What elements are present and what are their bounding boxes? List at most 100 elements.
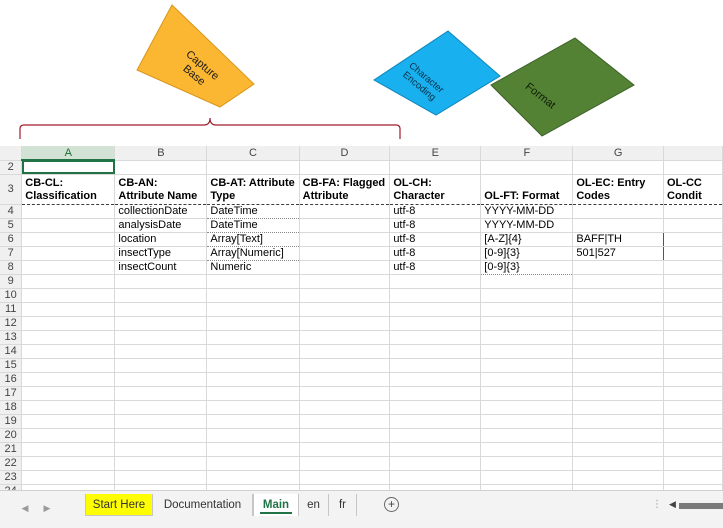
empty-cell[interactable] xyxy=(572,400,664,415)
empty-cell[interactable] xyxy=(114,428,208,443)
cell-a8[interactable] xyxy=(21,260,116,275)
cell-attribute-name[interactable]: insectCount xyxy=(114,260,208,275)
empty-cell[interactable] xyxy=(114,386,208,401)
empty-cell[interactable] xyxy=(114,400,208,415)
row-header-2[interactable]: 2 xyxy=(0,160,23,175)
empty-cell[interactable] xyxy=(389,288,482,303)
empty-cell[interactable] xyxy=(572,372,664,387)
empty-cell[interactable] xyxy=(480,316,574,331)
empty-cell[interactable] xyxy=(21,386,116,401)
empty-cell[interactable] xyxy=(572,414,664,429)
empty-cell[interactable] xyxy=(114,358,208,373)
empty-cell[interactable] xyxy=(299,400,391,415)
empty-cell[interactable] xyxy=(206,442,300,457)
empty-cell[interactable] xyxy=(480,470,574,485)
empty-cell[interactable] xyxy=(480,274,574,289)
cell-attribute-type[interactable]: DateTime xyxy=(206,218,300,233)
empty-cell[interactable] xyxy=(389,456,482,471)
empty-cell[interactable] xyxy=(299,302,391,317)
cell-a5[interactable] xyxy=(21,218,116,233)
cell-a4[interactable] xyxy=(21,204,116,219)
scroll-tabs-left-icon[interactable]: ◀ xyxy=(18,501,32,515)
grid-table[interactable]: A B C D E F G 2 3 CB-CL: Classification … xyxy=(0,146,723,490)
cell-entry-codes[interactable]: BAFF|TH xyxy=(572,232,664,247)
cell-flagged[interactable] xyxy=(299,218,391,233)
cell-entry-codes[interactable]: 501|527 xyxy=(572,246,664,261)
empty-cell[interactable] xyxy=(572,386,664,401)
empty-cell[interactable] xyxy=(114,344,208,359)
cell-h8[interactable] xyxy=(663,260,723,275)
cell-h2[interactable] xyxy=(663,160,723,175)
empty-cell[interactable] xyxy=(206,428,300,443)
empty-cell[interactable] xyxy=(389,386,482,401)
spreadsheet-grid[interactable]: A B C D E F G 2 3 CB-CL: Classification … xyxy=(0,146,723,490)
empty-cell[interactable] xyxy=(572,344,664,359)
empty-cell[interactable] xyxy=(114,414,208,429)
row-header-16[interactable]: 16 xyxy=(0,372,23,387)
empty-cell[interactable] xyxy=(299,274,391,289)
cell-format[interactable]: YYYY-MM-DD xyxy=(480,218,574,233)
empty-cell[interactable] xyxy=(114,372,208,387)
row-header-5[interactable]: 5 xyxy=(0,218,23,233)
cell-format[interactable]: [0-9]{3} xyxy=(480,260,574,275)
empty-cell[interactable] xyxy=(299,428,391,443)
empty-cell[interactable] xyxy=(663,288,723,303)
empty-cell[interactable] xyxy=(299,456,391,471)
row-header-14[interactable]: 14 xyxy=(0,344,23,359)
empty-cell[interactable] xyxy=(21,302,116,317)
cell-attribute-name[interactable]: insectType xyxy=(114,246,208,261)
empty-cell[interactable] xyxy=(572,442,664,457)
empty-cell[interactable] xyxy=(663,358,723,373)
header-cell-character[interactable]: OL-CH: Character xyxy=(389,174,482,205)
empty-cell[interactable] xyxy=(21,456,116,471)
empty-cell[interactable] xyxy=(206,302,300,317)
empty-cell[interactable] xyxy=(21,442,116,457)
empty-cell[interactable] xyxy=(299,372,391,387)
empty-cell[interactable] xyxy=(480,386,574,401)
cell-attribute-type[interactable]: DateTime xyxy=(206,204,300,219)
cell-b2[interactable] xyxy=(114,160,208,175)
empty-cell[interactable] xyxy=(572,288,664,303)
empty-cell[interactable] xyxy=(572,274,664,289)
empty-cell[interactable] xyxy=(663,442,723,457)
cell-character[interactable]: utf-8 xyxy=(389,260,482,275)
col-header-c[interactable]: C xyxy=(206,146,300,161)
empty-cell[interactable] xyxy=(480,344,574,359)
empty-cell[interactable] xyxy=(299,414,391,429)
empty-cell[interactable] xyxy=(114,470,208,485)
empty-cell[interactable] xyxy=(663,400,723,415)
empty-cell[interactable] xyxy=(480,400,574,415)
cell-entry-codes[interactable] xyxy=(572,204,664,219)
empty-cell[interactable] xyxy=(206,414,300,429)
empty-cell[interactable] xyxy=(206,330,300,345)
empty-cell[interactable] xyxy=(480,302,574,317)
header-cell-attribute-name[interactable]: CB-AN: Attribute Name xyxy=(114,174,208,205)
empty-cell[interactable] xyxy=(299,386,391,401)
empty-cell[interactable] xyxy=(389,302,482,317)
empty-cell[interactable] xyxy=(572,316,664,331)
empty-cell[interactable] xyxy=(21,470,116,485)
empty-cell[interactable] xyxy=(480,414,574,429)
row-header-11[interactable]: 11 xyxy=(0,302,23,317)
empty-cell[interactable] xyxy=(389,330,482,345)
empty-cell[interactable] xyxy=(389,442,482,457)
tab-fr[interactable]: fr xyxy=(329,494,357,516)
empty-cell[interactable] xyxy=(389,428,482,443)
row-header-20[interactable]: 20 xyxy=(0,428,23,443)
empty-cell[interactable] xyxy=(21,316,116,331)
cell-attribute-type[interactable]: Array[Numeric] xyxy=(206,246,300,261)
cell-attribute-name[interactable]: analysisDate xyxy=(114,218,208,233)
row-header-3[interactable]: 3 xyxy=(0,174,23,205)
empty-cell[interactable] xyxy=(206,288,300,303)
row-header-15[interactable]: 15 xyxy=(0,358,23,373)
cell-h6[interactable] xyxy=(663,232,723,247)
row-header-13[interactable]: 13 xyxy=(0,330,23,345)
empty-cell[interactable] xyxy=(663,386,723,401)
empty-cell[interactable] xyxy=(663,330,723,345)
empty-cell[interactable] xyxy=(206,456,300,471)
cell-attribute-type[interactable]: Numeric xyxy=(206,260,300,275)
empty-cell[interactable] xyxy=(114,316,208,331)
row-header-6[interactable]: 6 xyxy=(0,232,23,247)
empty-cell[interactable] xyxy=(21,330,116,345)
empty-cell[interactable] xyxy=(572,428,664,443)
